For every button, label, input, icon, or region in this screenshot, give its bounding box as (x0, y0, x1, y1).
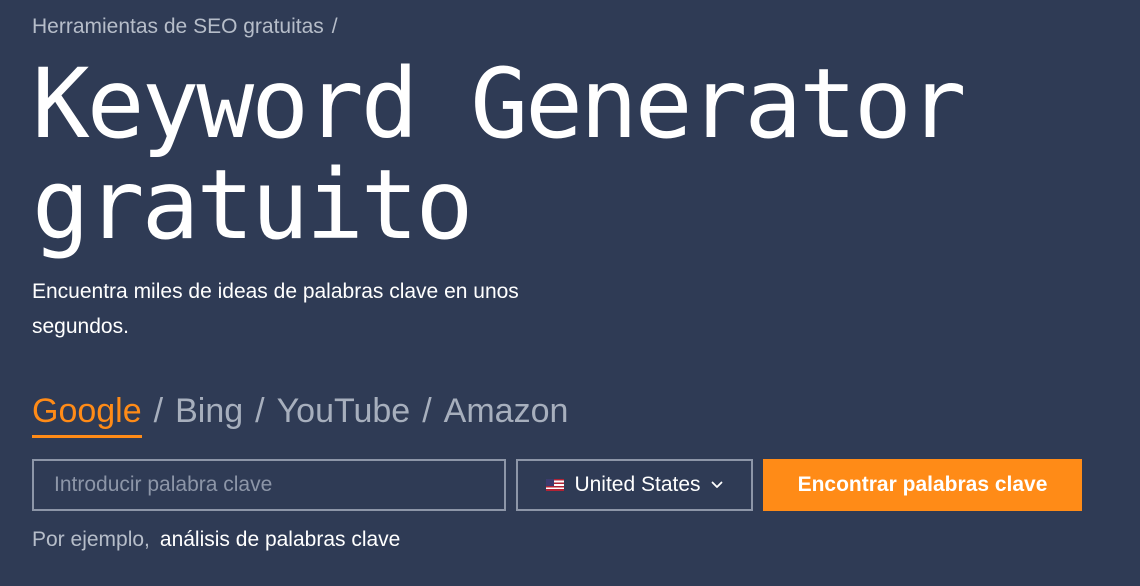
engine-tab-separator: / (255, 392, 265, 430)
page-subtitle: Encuentra miles de ideas de palabras cla… (32, 280, 519, 338)
example-prefix: Por ejemplo, (32, 528, 150, 551)
chevron-down-icon (711, 481, 723, 489)
us-flag-icon (546, 479, 565, 491)
find-keywords-button[interactable]: Encontrar palabras clave (763, 459, 1082, 511)
example-keyword-link[interactable]: análisis de palabras clave (160, 528, 400, 551)
page-title-line-1: Keyword Generator (32, 48, 967, 160)
example-row: Por ejemplo, análisis de palabras clave (32, 528, 400, 552)
country-select[interactable]: United States (516, 459, 753, 511)
breadcrumb-link[interactable]: Herramientas de SEO gratuitas (32, 15, 324, 38)
engine-tab-google[interactable]: Google (32, 392, 142, 438)
engine-tab-youtube[interactable]: YouTube (277, 392, 411, 435)
page-title: Keyword Generator gratuito (32, 48, 967, 261)
country-select-label: United States (574, 473, 701, 496)
engine-tab-separator: / (422, 392, 432, 430)
breadcrumb: Herramientas de SEO gratuitas / (32, 15, 338, 39)
engine-tab-bing[interactable]: Bing (175, 392, 243, 435)
page-title-line-2: gratuito (32, 149, 473, 261)
engine-tab-amazon[interactable]: Amazon (444, 392, 569, 435)
breadcrumb-separator: / (331, 15, 338, 38)
keyword-search-input[interactable] (32, 459, 506, 511)
engine-tab-separator: / (153, 392, 164, 430)
search-engine-tabs: Google / Bing / YouTube / Amazon (32, 392, 568, 438)
